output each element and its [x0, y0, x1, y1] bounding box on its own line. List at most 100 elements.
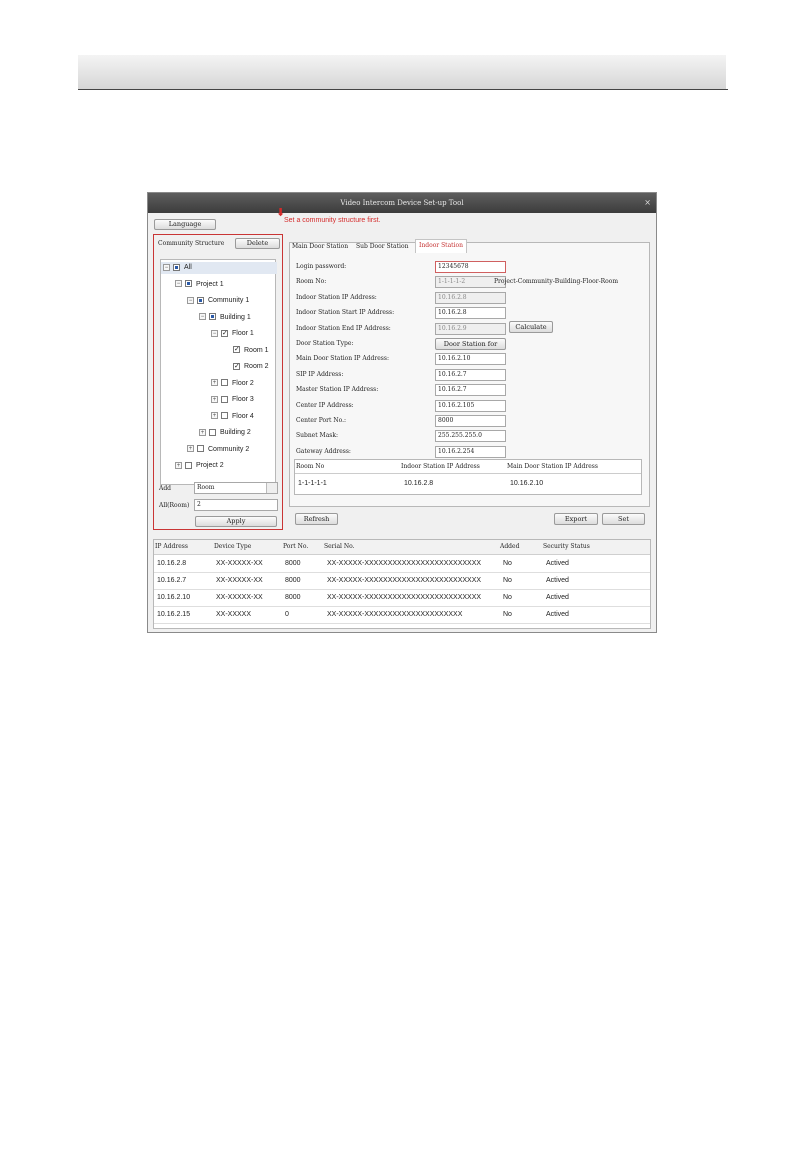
- tree-node[interactable]: − Project 1: [175, 279, 224, 291]
- tab-indoor-station[interactable]: Indoor Station: [415, 239, 467, 253]
- tree-node-label: Floor 3: [232, 396, 254, 403]
- add-type-select[interactable]: Room: [194, 482, 278, 494]
- collapse-icon[interactable]: −: [187, 296, 194, 304]
- community-tree: −All−Project 1−Community 1−Building 1−Fl…: [160, 259, 277, 485]
- tab-main-door-station[interactable]: Main Door Station: [292, 241, 348, 253]
- tree-node-checkbox[interactable]: [233, 361, 240, 373]
- table-cell: XX-XXXXX-XXXXXXXXXXXXXXXXXXXXXXXXX: [327, 577, 482, 584]
- form-field-label: Master Station IP Address:: [296, 386, 379, 394]
- tree-node-checkbox[interactable]: [221, 412, 228, 420]
- window-titlebar: Video Intercom Device Set-up Tool ×: [148, 193, 656, 213]
- tree-node[interactable]: + Project 2: [175, 460, 224, 472]
- door-station-type-select[interactable]: Door Station for: [435, 338, 506, 350]
- table-cell: No: [503, 577, 512, 584]
- collapse-icon[interactable]: −: [211, 329, 218, 337]
- room-table: Room No Indoor Station IP Address Main D…: [294, 459, 642, 495]
- tree-node-label: Project 2: [196, 462, 224, 469]
- form-field-input[interactable]: 10.16.2.7: [435, 368, 506, 381]
- indoor-ip-header: Indoor Station IP Address: [401, 463, 480, 470]
- tree-node-checkbox[interactable]: [197, 445, 204, 453]
- collapse-icon[interactable]: −: [175, 280, 182, 288]
- tree-node-label: Floor 2: [232, 379, 254, 387]
- expand-icon[interactable]: +: [211, 395, 218, 403]
- tree-node[interactable]: − Floor 1: [211, 328, 254, 340]
- tree-node-checkbox[interactable]: [221, 379, 228, 387]
- serial-no-header[interactable]: Serial No.: [324, 540, 355, 554]
- tree-node[interactable]: + Building 2: [199, 427, 251, 439]
- form-field-label: Door Station Type:: [296, 340, 354, 347]
- expand-icon[interactable]: +: [211, 379, 218, 387]
- form-field-input[interactable]: 10.16.2.8: [435, 291, 506, 304]
- form-field-input[interactable]: 10.16.2.254: [435, 445, 506, 458]
- security-status-header[interactable]: Security Status: [543, 540, 590, 554]
- table-row[interactable]: 10.16.2.7 XX-XXXXX-XX 8000 XX-XXXXX-XXXXXXX…: [154, 572, 650, 590]
- table-cell: No: [503, 560, 512, 567]
- table-cell: 8000: [285, 560, 301, 567]
- all-room-input[interactable]: 2: [194, 499, 278, 511]
- expand-icon[interactable]: +: [187, 445, 194, 453]
- calculate-button[interactable]: Calculate: [509, 321, 553, 333]
- device-table: IP Address Device Type Port No. Serial N…: [153, 539, 651, 629]
- collapse-icon[interactable]: −: [163, 263, 170, 271]
- form-field-input[interactable]: 10.16.2.10: [435, 353, 506, 366]
- table-cell: Actived: [546, 611, 569, 618]
- port-no-header[interactable]: Port No.: [283, 540, 308, 554]
- tree-node[interactable]: + Floor 2: [211, 378, 254, 390]
- tree-node-checkbox[interactable]: [185, 461, 192, 469]
- form-field-input[interactable]: 10.16.2.7: [435, 384, 506, 397]
- header-rule: [78, 89, 728, 90]
- tree-node-checkbox[interactable]: [185, 280, 192, 288]
- tree-node[interactable]: + Floor 3: [211, 394, 254, 406]
- add-type-value: Room: [197, 484, 215, 491]
- indoor-ip-cell: 10.16.2.8: [404, 480, 434, 487]
- expand-icon[interactable]: +: [199, 428, 206, 436]
- form-field-input[interactable]: 8000: [435, 415, 506, 427]
- tree-node[interactable]: − All: [161, 262, 277, 274]
- table-row[interactable]: 10.16.2.15 XX-XXXXX 0 XX-XXXXX-XXXXXXXXXXXX…: [154, 606, 650, 624]
- table-cell: 8000: [285, 577, 301, 584]
- tree-node-checkbox[interactable]: [233, 344, 240, 356]
- language-button[interactable]: Language: [154, 219, 216, 230]
- tree-node-checkbox[interactable]: [221, 328, 228, 340]
- tree-node[interactable]: Room 2: [223, 361, 269, 373]
- tree-node[interactable]: + Community 2: [187, 444, 249, 456]
- refresh-button[interactable]: Refresh: [295, 513, 338, 525]
- main-door-ip-cell: 10.16.2.10: [510, 480, 544, 487]
- tree-node-checkbox[interactable]: [173, 263, 180, 271]
- table-row[interactable]: 10.16.2.10 XX-XXXXX-XX 8000 XX-XXXXX-XXXXXX…: [154, 589, 650, 607]
- tree-node[interactable]: + Floor 4: [211, 411, 254, 423]
- collapse-icon[interactable]: −: [199, 313, 206, 321]
- tree-node-checkbox[interactable]: [197, 296, 204, 304]
- main-door-ip-header: Main Door Station IP Address: [507, 463, 598, 470]
- tree-node[interactable]: Room 1: [223, 344, 269, 357]
- set-button[interactable]: Set: [602, 513, 645, 525]
- form-field-label: Room No:: [296, 278, 327, 286]
- table-cell: 10.16.2.7: [157, 577, 187, 584]
- tree-node-checkbox[interactable]: [209, 313, 216, 321]
- expand-icon[interactable]: +: [211, 412, 218, 420]
- table-row[interactable]: 10.16.2.8 XX-XXXXX-XX 8000 XX-XXXXX-XXXXXXX…: [154, 555, 650, 573]
- form-field-input[interactable]: 10.16.2.9: [435, 322, 506, 335]
- form-field-input[interactable]: 10.16.2.105: [435, 399, 506, 412]
- tree-node-label: Building 2: [220, 429, 251, 436]
- added-header[interactable]: Added: [500, 540, 519, 554]
- form-field-input[interactable]: 255.255.255.0: [435, 430, 506, 443]
- form-field-input[interactable]: 12345678: [435, 261, 506, 273]
- close-icon[interactable]: ×: [644, 193, 651, 213]
- tree-node-label: Community 1: [208, 297, 250, 304]
- tree-node-checkbox[interactable]: [221, 395, 228, 403]
- tab-sub-door-station[interactable]: Sub Door Station: [356, 241, 408, 253]
- tree-node-label: Building 1: [220, 313, 251, 321]
- tree-node-checkbox[interactable]: [209, 428, 216, 436]
- tree-node[interactable]: − Building 1: [199, 312, 251, 324]
- expand-icon[interactable]: +: [175, 461, 182, 469]
- tree-node[interactable]: − Community 1: [187, 295, 249, 307]
- export-button[interactable]: Export: [554, 513, 598, 525]
- form-field-input[interactable]: 10.16.2.8: [435, 307, 506, 320]
- ip-address-header[interactable]: IP Address: [155, 540, 188, 554]
- delete-button[interactable]: Delete: [235, 238, 280, 249]
- apply-button[interactable]: Apply: [195, 516, 277, 527]
- table-cell: 8000: [285, 594, 301, 601]
- chevron-down-icon: [266, 483, 277, 493]
- device-type-header[interactable]: Device Type: [214, 540, 251, 554]
